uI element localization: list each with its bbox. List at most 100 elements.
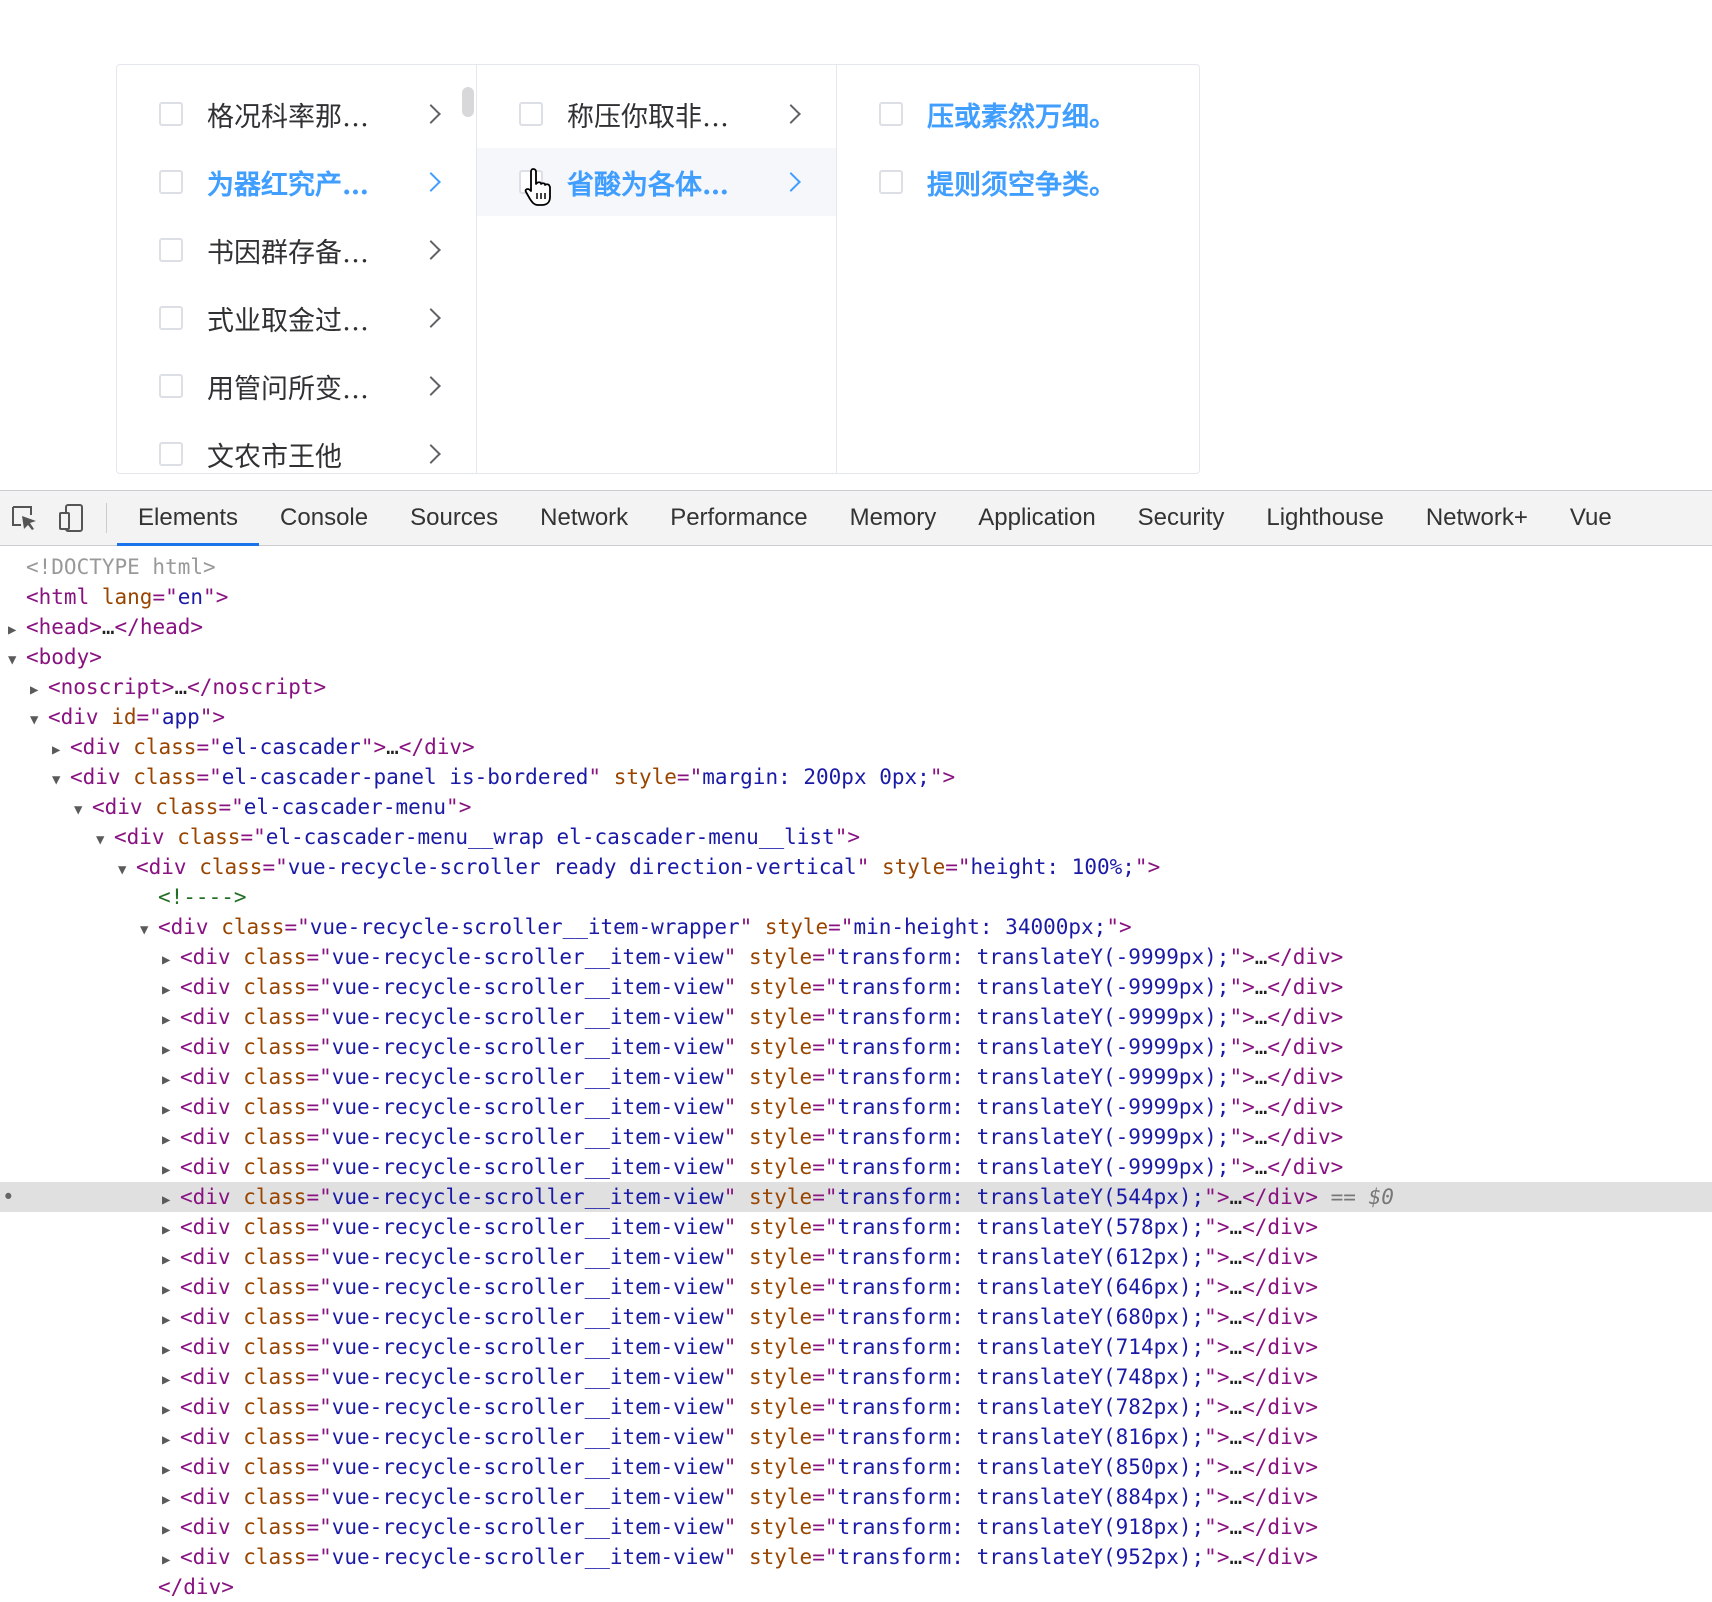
dom-item-view[interactable]: ▶ <div class="vue-recycle-scroller__item-…: [0, 1122, 1712, 1152]
expand-triangle-icon[interactable]: ▶: [162, 1095, 180, 1125]
node-checkbox[interactable]: [159, 442, 183, 466]
dom-noscript[interactable]: ▶ <noscript>…</noscript>: [0, 672, 1712, 702]
cascader-menu-level-3[interactable]: 压或素然万细。 提则须空争类。: [837, 65, 1197, 473]
collapse-triangle-icon[interactable]: ▼: [140, 915, 158, 945]
expand-triangle-icon[interactable]: ▶: [52, 735, 70, 765]
dom-html[interactable]: <html lang="en">: [0, 582, 1712, 612]
dom-item-view[interactable]: ▶ <div class="vue-recycle-scroller__item-…: [0, 1392, 1712, 1422]
expand-triangle-icon[interactable]: ▶: [162, 1005, 180, 1035]
cascader-node[interactable]: 提则须空争类。: [837, 148, 1197, 216]
dom-item-view[interactable]: ▶ <div class="vue-recycle-scroller__item-…: [0, 1032, 1712, 1062]
expand-triangle-icon[interactable]: ▶: [162, 1155, 180, 1185]
dom-item-view[interactable]: ▶ <div class="vue-recycle-scroller__item-…: [0, 972, 1712, 1002]
dom-body[interactable]: ▼ <body>: [0, 642, 1712, 672]
dom-app[interactable]: ▼ <div id="app">: [0, 702, 1712, 732]
expand-triangle-icon[interactable]: ▶: [162, 975, 180, 1005]
dom-el-cascader[interactable]: ▶ <div class="el-cascader">…</div>: [0, 732, 1712, 762]
dom-item-view[interactable]: ▶ <div class="vue-recycle-scroller__item-…: [0, 1272, 1712, 1302]
dom-item-view[interactable]: ▶ <div class="vue-recycle-scroller__item-…: [0, 1362, 1712, 1392]
tab-memory[interactable]: Memory: [829, 491, 958, 545]
collapse-triangle-icon[interactable]: ▼: [118, 855, 136, 885]
expand-triangle-icon[interactable]: ▶: [162, 1035, 180, 1065]
cascader-node[interactable]: 格况科率那…: [117, 80, 476, 148]
expand-triangle-icon[interactable]: ▶: [162, 1455, 180, 1485]
expand-triangle-icon[interactable]: ▶: [162, 1365, 180, 1395]
expand-triangle-icon[interactable]: ▶: [162, 1215, 180, 1245]
cascader-menu-level-1[interactable]: 格况科率那… 为器红究产… 书因群存备… 式业取金过… 用管问所变… 文农市王他: [117, 65, 477, 473]
dom-item-view[interactable]: ▶ <div class="vue-recycle-scroller__item-…: [0, 1452, 1712, 1482]
dom-cascader-menu[interactable]: ▼ <div class="el-cascader-menu">: [0, 792, 1712, 822]
elements-dom-tree[interactable]: <!DOCTYPE html> <html lang="en"> ▶ <head>…<…: [0, 546, 1712, 1602]
tab-security[interactable]: Security: [1117, 491, 1246, 545]
expand-triangle-icon[interactable]: ▶: [162, 1545, 180, 1575]
expand-triangle-icon[interactable]: ▶: [162, 1125, 180, 1155]
node-checkbox[interactable]: [159, 306, 183, 330]
collapse-triangle-icon[interactable]: ▼: [96, 825, 114, 855]
cascader-menu-level-2[interactable]: 称压你取非… 省酸为各体…: [477, 65, 837, 473]
dom-head[interactable]: ▶ <head>…</head>: [0, 612, 1712, 642]
dom-item-view[interactable]: ▶ <div class="vue-recycle-scroller__item-…: [0, 1302, 1712, 1332]
dom-item-view[interactable]: ▶ <div class="vue-recycle-scroller__item-…: [0, 1422, 1712, 1452]
expand-triangle-icon[interactable]: ▶: [162, 945, 180, 975]
tab-elements[interactable]: Elements: [117, 491, 260, 546]
dom-doctype[interactable]: <!DOCTYPE html>: [0, 552, 1712, 582]
dom-item-view[interactable]: ▶ <div class="vue-recycle-scroller__item-…: [0, 1092, 1712, 1122]
tab-console[interactable]: Console: [259, 491, 389, 545]
cascader-node[interactable]: 用管问所变…: [117, 352, 476, 420]
collapse-triangle-icon[interactable]: ▼: [52, 765, 70, 795]
inspect-element-button[interactable]: [0, 491, 48, 545]
tab-vue[interactable]: Vue: [1549, 491, 1633, 545]
cascader-node[interactable]: 书因群存备…: [117, 216, 476, 284]
expand-triangle-icon[interactable]: ▶: [162, 1305, 180, 1335]
dom-item-wrapper[interactable]: ▼ <div class="vue-recycle-scroller__item-…: [0, 912, 1712, 942]
expand-triangle-icon[interactable]: ▶: [162, 1515, 180, 1545]
node-checkbox[interactable]: [159, 374, 183, 398]
expand-triangle-icon[interactable]: ▶: [162, 1425, 180, 1455]
dom-item-view[interactable]: ▶ <div class="vue-recycle-scroller__item-…: [0, 942, 1712, 972]
dom-item-view[interactable]: ▶ <div class="vue-recycle-scroller__item-…: [0, 1242, 1712, 1272]
cascader-node[interactable]: 文农市王他: [117, 420, 476, 473]
expand-triangle-icon[interactable]: ▶: [162, 1065, 180, 1095]
device-toolbar-button[interactable]: [48, 491, 96, 545]
expand-triangle-icon[interactable]: ▶: [162, 1245, 180, 1275]
tab-network[interactable]: Network+: [1405, 491, 1549, 545]
cascader-node[interactable]: 为器红究产…: [117, 148, 476, 216]
dom-item-view[interactable]: ▶ <div class="vue-recycle-scroller__item-…: [0, 1332, 1712, 1362]
expand-triangle-icon[interactable]: ▶: [8, 615, 26, 645]
dom-item-view[interactable]: ▶ <div class="vue-recycle-scroller__item-…: [0, 1062, 1712, 1092]
node-checkbox[interactable]: [879, 170, 903, 194]
expand-triangle-icon[interactable]: ▶: [30, 675, 48, 705]
tab-sources[interactable]: Sources: [389, 491, 519, 545]
dom-comment[interactable]: <!---->: [0, 882, 1712, 912]
tab-application[interactable]: Application: [957, 491, 1116, 545]
cascader-node[interactable]: 式业取金过…: [117, 284, 476, 352]
node-checkbox[interactable]: [519, 102, 543, 126]
tab-lighthouse[interactable]: Lighthouse: [1245, 491, 1404, 545]
dom-cascader-panel[interactable]: ▼ <div class="el-cascader-panel is-border…: [0, 762, 1712, 792]
dom-cascader-menu-wrap[interactable]: ▼ <div class="el-cascader-menu__wrap el-c…: [0, 822, 1712, 852]
collapse-triangle-icon[interactable]: ▼: [74, 795, 92, 825]
expand-triangle-icon[interactable]: ▶: [162, 1485, 180, 1515]
expand-triangle-icon[interactable]: ▶: [162, 1275, 180, 1305]
collapse-triangle-icon[interactable]: ▼: [8, 645, 26, 675]
cascader-node[interactable]: 压或素然万细。: [837, 80, 1197, 148]
dom-item-view[interactable]: ▶ <div class="vue-recycle-scroller__item-…: [0, 1212, 1712, 1242]
expand-triangle-icon[interactable]: ▶: [162, 1395, 180, 1425]
node-checkbox[interactable]: [879, 102, 903, 126]
collapse-triangle-icon[interactable]: ▼: [30, 705, 48, 735]
dom-item-view[interactable]: ▶ <div class="vue-recycle-scroller__item-…: [0, 1152, 1712, 1182]
dom-item-view[interactable]: ▶ <div class="vue-recycle-scroller__item-…: [0, 1542, 1712, 1572]
dom-recycle-scroller[interactable]: ▼ <div class="vue-recycle-scroller ready …: [0, 852, 1712, 882]
dom-item-view[interactable]: ▶ <div class="vue-recycle-scroller__item-…: [0, 1512, 1712, 1542]
tab-performance[interactable]: Performance: [649, 491, 828, 545]
tab-network[interactable]: Network: [519, 491, 649, 545]
node-checkbox[interactable]: [159, 102, 183, 126]
dom-item-view[interactable]: ▶ <div class="vue-recycle-scroller__item-…: [0, 1002, 1712, 1032]
node-checkbox[interactable]: [159, 170, 183, 194]
dom-item-view[interactable]: • ▶ <div class="vue-recycle-scroller__item…: [0, 1182, 1712, 1212]
expand-triangle-icon[interactable]: ▶: [162, 1185, 180, 1215]
node-checkbox[interactable]: [159, 238, 183, 262]
expand-triangle-icon[interactable]: ▶: [162, 1335, 180, 1365]
dom-item-view[interactable]: ▶ <div class="vue-recycle-scroller__item-…: [0, 1482, 1712, 1512]
dom-closing-div[interactable]: </div>: [0, 1572, 1712, 1602]
